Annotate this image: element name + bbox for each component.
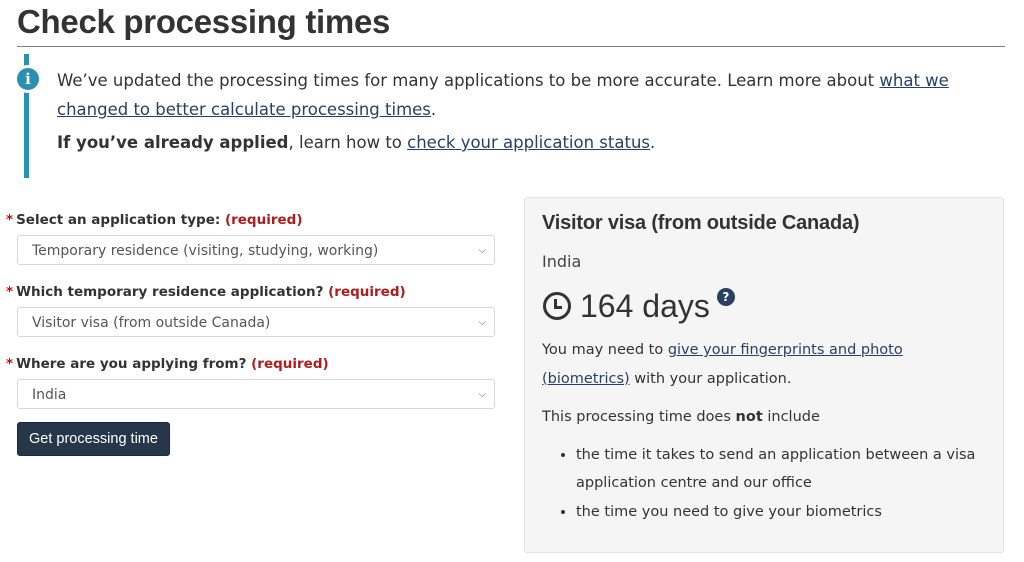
question-icon[interactable]: ? <box>716 288 735 306</box>
alert-message: We’ve updated the processing times for m… <box>57 66 957 124</box>
processing-time-value: 164 days <box>580 287 710 324</box>
biometrics-note: You may need to give your fingerprints a… <box>542 336 992 393</box>
already-applied-bold: If you’ve already applied <box>57 133 289 152</box>
alert-applied-message: If you’ve already applied, learn how to … <box>57 128 957 157</box>
info-icon: i <box>14 65 42 93</box>
required-tag: (required) <box>224 212 303 228</box>
processing-time: 164 days ? <box>542 284 735 328</box>
label-text: Select an application type: <box>16 212 221 228</box>
exclusion-text: This processing time does <box>542 409 736 425</box>
chevron-down-icon: ⌵ <box>478 245 486 256</box>
required-tag: (required) <box>251 356 329 372</box>
selected-value: India <box>32 387 67 403</box>
result-title: Visitor visa (from outside Canada) <box>542 212 860 234</box>
chevron-down-icon: ⌵ <box>478 317 486 328</box>
applying-from-select[interactable]: India ⌵ <box>17 379 495 409</box>
alert-applied-text: , learn how to <box>288 133 408 152</box>
result-country: India <box>542 252 582 271</box>
selected-value: Temporary residence (visiting, studying,… <box>32 243 379 259</box>
exclusion-bold: not <box>735 409 763 425</box>
applying-from-label: * Where are you applying from? (required) <box>6 352 506 376</box>
exclusion-text-end: include <box>762 409 820 425</box>
info-alert: i We’ve updated the processing times for… <box>14 54 984 178</box>
page-title: Check processing times <box>17 3 391 40</box>
required-tag: (required) <box>328 284 406 300</box>
chevron-down-icon: ⌵ <box>478 389 486 400</box>
biometrics-text-end: with your application. <box>629 370 792 387</box>
required-asterisk: * <box>6 356 14 372</box>
exclusion-list: the time it takes to send an application… <box>542 441 992 527</box>
biometrics-text: You may need to <box>542 342 668 358</box>
processing-time-form: * Select an application type: (required) … <box>6 208 506 456</box>
application-type-label: * Select an application type: (required) <box>6 208 506 232</box>
list-item: the time you need to give your biometric… <box>576 498 992 527</box>
selected-value: Visitor visa (from outside Canada) <box>32 315 271 331</box>
list-item: the time it takes to send an application… <box>576 441 992 498</box>
alert-period: . <box>430 100 437 119</box>
application-type-select[interactable]: Temporary residence (visiting, studying,… <box>17 235 495 265</box>
temporary-residence-select[interactable]: Visitor visa (from outside Canada) ⌵ <box>17 307 495 337</box>
alert-text: We’ve updated the processing times for m… <box>57 66 957 157</box>
alert-message-text: We’ve updated the processing times for m… <box>57 71 880 90</box>
get-processing-time-button[interactable]: Get processing time <box>17 422 170 456</box>
result-details: You may need to give your fingerprints a… <box>542 336 992 526</box>
label-text: Which temporary residence application? <box>16 284 324 300</box>
temporary-residence-label: * Which temporary residence application? … <box>6 280 506 304</box>
result-panel: Visitor visa (from outside Canada) India… <box>524 197 1004 553</box>
required-asterisk: * <box>6 284 14 300</box>
alert-period: . <box>650 133 656 152</box>
exclusion-note: This processing time does not include <box>542 403 992 432</box>
clock-icon <box>543 292 571 320</box>
required-asterisk: * <box>6 212 14 228</box>
title-divider <box>17 46 1005 47</box>
check-status-link[interactable]: check your application status <box>407 133 650 152</box>
label-text: Where are you applying from? <box>16 356 247 372</box>
